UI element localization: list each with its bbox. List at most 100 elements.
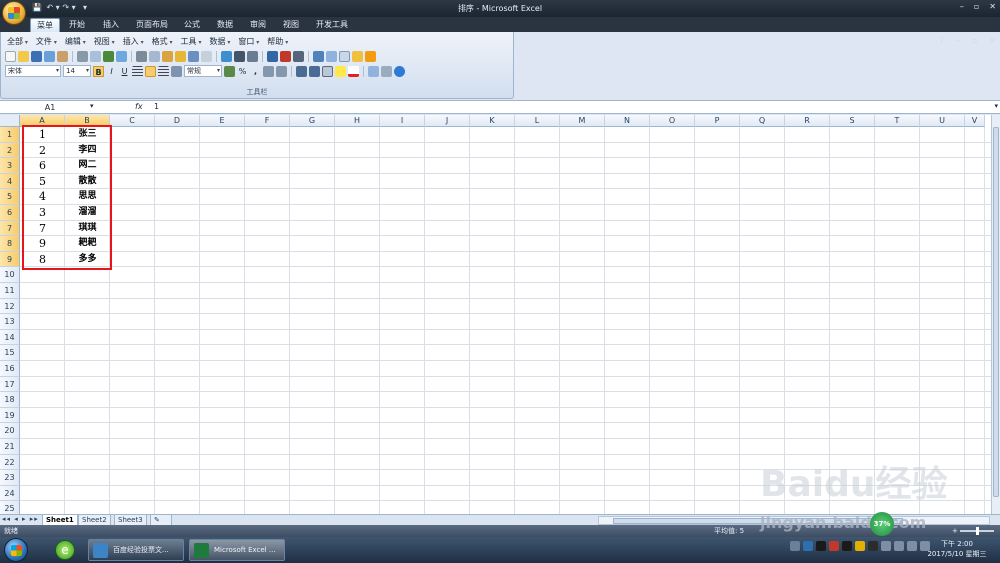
worksheet-grid[interactable]: ABCDEFGHIJKLMNOPQRSTUV 1 2 3 4 5 6 7 8 9 10 11 12 13… [0, 115, 991, 514]
align-right-icon[interactable] [158, 65, 169, 77]
filter-icon[interactable] [293, 51, 304, 62]
qq-icon[interactable] [842, 541, 852, 551]
column-header-i[interactable]: I [380, 115, 425, 127]
insert-function-icon[interactable]: fx [135, 102, 143, 111]
cell-a7[interactable]: 7 [20, 221, 65, 237]
tab-view[interactable]: 视图 [277, 18, 305, 32]
cell-b1[interactable]: 张三 [65, 127, 110, 143]
column-header-n[interactable]: N [605, 115, 650, 127]
taskbar-item-browser[interactable]: 百度经验投票文... [88, 539, 184, 561]
new-icon[interactable] [5, 51, 16, 62]
hyperlink-icon[interactable] [221, 51, 232, 62]
column-header-q[interactable]: Q [740, 115, 785, 127]
column-header-c[interactable]: C [110, 115, 155, 127]
table-icon[interactable] [339, 51, 350, 62]
zoom-slider[interactable] [960, 527, 994, 535]
column-header-l[interactable]: L [515, 115, 560, 127]
mail-icon[interactable] [57, 51, 68, 62]
row-header-2[interactable]: 2 [0, 142, 20, 159]
row-header-18[interactable]: 18 [0, 392, 20, 408]
cell-b3[interactable]: 网二 [65, 158, 110, 174]
column-header-s[interactable]: S [830, 115, 875, 127]
cell-b2[interactable]: 李四 [65, 143, 110, 159]
column-header-m[interactable]: M [560, 115, 605, 127]
font-size-select[interactable]: 14 [63, 65, 91, 77]
cell-b4[interactable]: 散散 [65, 174, 110, 190]
horizontal-scrollbar[interactable] [598, 516, 990, 525]
sort-descending-icon[interactable] [280, 51, 291, 62]
network-icon[interactable] [803, 541, 813, 551]
styles-icon[interactable] [368, 65, 379, 77]
tab-review[interactable]: 审阅 [244, 18, 272, 32]
tab-home[interactable]: 开始 [63, 18, 91, 32]
paste-icon[interactable] [162, 51, 173, 62]
row-header-10[interactable]: 10 [0, 267, 20, 283]
cell-area[interactable]: 1 张三 2 李四 6 网二 5 散散 4 思思 3 溜溜 7 琪琪 9 耙耙 8 多多 [20, 127, 991, 514]
permission-icon[interactable] [44, 51, 55, 62]
comma-button[interactable]: , [250, 66, 261, 77]
increase-indent-icon[interactable] [309, 65, 320, 77]
column-header-v[interactable]: V [965, 115, 985, 127]
close-button[interactable]: ✕ [989, 2, 996, 11]
workbook-restore-button[interactable]: ▫ [972, 36, 977, 45]
workbook-close-button[interactable]: ✕ [989, 36, 996, 45]
tab-insert[interactable]: 插入 [97, 18, 125, 32]
row-header-22[interactable]: 22 [0, 454, 20, 471]
security-icon[interactable] [855, 541, 865, 551]
clock[interactable]: 下午 2:00 2017/5/10 星期三 [922, 539, 992, 559]
italic-button[interactable]: I [106, 66, 117, 77]
help-icon[interactable] [394, 65, 405, 77]
tab-developer[interactable]: 开发工具 [310, 18, 354, 32]
column-header-e[interactable]: E [200, 115, 245, 127]
row-header-13[interactable]: 13 [0, 314, 20, 330]
minimize-button[interactable]: – [960, 2, 964, 11]
row-header-6[interactable]: 6 [0, 205, 20, 221]
row-header-19[interactable]: 19 [0, 407, 20, 424]
column-header-a[interactable]: A [20, 115, 65, 127]
menu-file[interactable]: 文件 [34, 36, 59, 47]
cell-b9[interactable]: 多多 [65, 252, 110, 268]
drawing-icon[interactable] [326, 51, 337, 62]
column-header-r[interactable]: R [785, 115, 830, 127]
row-header-7[interactable]: 7 [0, 220, 20, 237]
cell-b8[interactable]: 耙耙 [65, 236, 110, 252]
browser-icon[interactable]: e [55, 540, 75, 560]
row-header-4[interactable]: 4 [0, 173, 20, 190]
cell-b5[interactable]: 思思 [65, 189, 110, 205]
row-header-17[interactable]: 17 [0, 376, 20, 393]
column-header-p[interactable]: P [695, 115, 740, 127]
qq-icon[interactable] [816, 541, 826, 551]
increase-decimal-icon[interactable] [263, 65, 274, 77]
cell-b7[interactable]: 琪琪 [65, 221, 110, 237]
cell-b6[interactable]: 溜溜 [65, 205, 110, 221]
tab-formulas[interactable]: 公式 [178, 18, 206, 32]
spelling-icon[interactable] [103, 51, 114, 62]
column-header-u[interactable]: U [920, 115, 965, 127]
cut-icon[interactable] [136, 51, 147, 62]
menu-format[interactable]: 格式 [150, 36, 175, 47]
app-icon[interactable] [868, 541, 878, 551]
tab-page-layout[interactable]: 页面布局 [130, 18, 174, 32]
column-header-t[interactable]: T [875, 115, 920, 127]
menu-insert[interactable]: 插入 [121, 36, 146, 47]
shapes-icon[interactable] [352, 51, 363, 62]
zoom-in-icon[interactable]: + [952, 525, 958, 537]
chart-icon[interactable] [313, 51, 324, 62]
bold-button[interactable]: B [93, 65, 104, 77]
cell-a5[interactable]: 4 [20, 189, 65, 205]
workbook-minimize-button[interactable]: – [956, 36, 960, 45]
open-icon[interactable] [18, 51, 29, 62]
start-button[interactable] [4, 538, 28, 562]
cell-a8[interactable]: 9 [20, 236, 65, 252]
office-button[interactable] [2, 1, 26, 25]
row-header-9[interactable]: 9 [0, 251, 20, 268]
name-box[interactable]: A1 [2, 102, 98, 113]
fill-color-icon[interactable] [335, 65, 346, 77]
cell-a2[interactable]: 2 [20, 143, 65, 159]
column-header-k[interactable]: K [470, 115, 515, 127]
menu-edit[interactable]: 编辑 [63, 36, 88, 47]
redo-icon[interactable] [201, 51, 212, 62]
row-header-24[interactable]: 24 [0, 485, 20, 502]
menu-all[interactable]: 全部 [5, 36, 30, 47]
column-header-d[interactable]: D [155, 115, 200, 127]
